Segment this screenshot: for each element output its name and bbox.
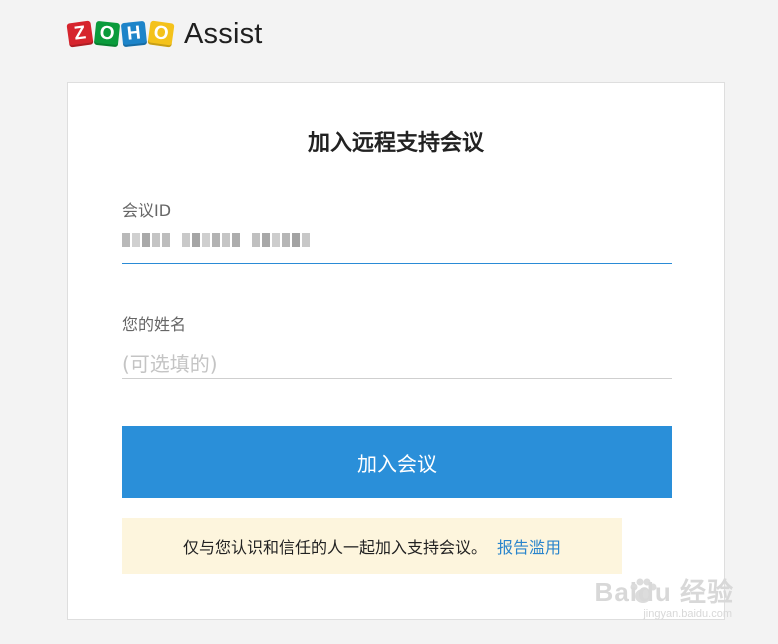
meeting-id-field[interactable] <box>122 223 672 264</box>
name-placeholder: (可选填的) <box>122 352 218 376</box>
page-title: 加入远程支持会议 <box>307 131 484 156</box>
meeting-id-label: 会议ID <box>122 201 172 220</box>
report-abuse-link[interactable]: 报告滥用 <box>497 534 561 558</box>
name-label: 您的姓名 <box>122 315 187 334</box>
logo-tile-o: O <box>93 20 121 48</box>
logo-tile-z: Z <box>66 20 94 48</box>
watermark-main: Baidu 经验 <box>594 577 734 607</box>
watermark-sub: jingyan.baidu.com <box>643 608 732 620</box>
header: Z O H O Assist <box>66 14 263 54</box>
product-name: Assist <box>184 17 263 50</box>
join-session-card: 加入远程支持会议 会议ID 您的姓名 (可选填的) 加入会议 仅与您认识和信任的… <box>67 82 725 620</box>
safety-notice: 仅与您认识和信任的人一起加入支持会议。 报告滥用 <box>122 518 622 574</box>
zoho-logo: Z O H O <box>66 20 176 48</box>
baidu-watermark: Baidu 经验 jingyan.baidu.com <box>584 568 734 632</box>
join-meeting-button[interactable]: 加入会议 <box>122 426 672 498</box>
logo-tile-h: H <box>120 20 148 48</box>
meeting-id-value-blurred <box>122 231 312 249</box>
notice-text: 仅与您认识和信任的人一起加入支持会议。 <box>182 538 487 557</box>
name-field[interactable]: (可选填的) <box>122 338 672 379</box>
logo-tile-o2: O <box>147 20 175 48</box>
